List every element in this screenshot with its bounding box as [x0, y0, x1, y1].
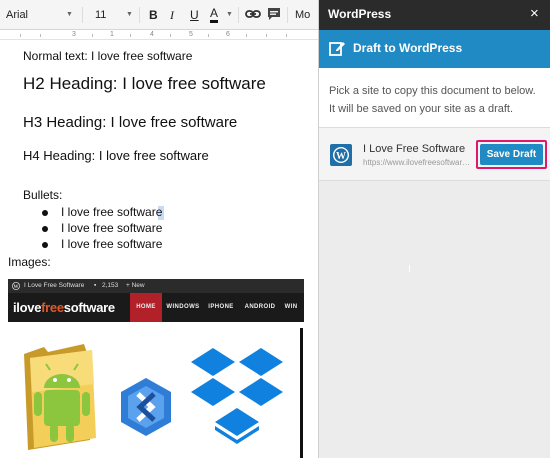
save-draft-button[interactable]: Save Draft	[480, 144, 543, 165]
site-logo: ilovefreesoftware	[13, 300, 115, 315]
toolbar-divider	[287, 7, 288, 23]
wordpress-icon: W	[330, 144, 352, 166]
toolbar-divider	[82, 7, 83, 23]
hexagon-app-icon	[121, 378, 171, 436]
android-folder-icon	[24, 344, 96, 450]
more-button[interactable]: Mo	[295, 6, 310, 24]
h2-heading: H2 Heading: I love free software	[23, 74, 266, 93]
ruler: 3 1 4 5 6	[0, 30, 318, 40]
ruler-tick	[286, 34, 287, 37]
bullet-item: I love free software	[61, 237, 163, 251]
text-color-dropdown-icon[interactable]: ▼	[226, 6, 233, 24]
sidebar-title: WordPress	[328, 7, 392, 21]
underline-button[interactable]: U	[190, 6, 199, 24]
ruler-tick	[246, 34, 247, 37]
italic-button[interactable]: I	[170, 6, 174, 24]
bold-button[interactable]: B	[149, 6, 158, 24]
font-family-select[interactable]: Arial	[6, 6, 28, 24]
ruler-mark: 5	[189, 31, 193, 38]
site-nav-windows: WINDOWS	[166, 304, 200, 310]
font-size-select[interactable]: 11	[95, 6, 106, 24]
svg-text:W: W	[336, 151, 346, 162]
font-size-dropdown-icon[interactable]: ▼	[126, 6, 133, 24]
ruler-tick	[266, 34, 267, 37]
sidebar-header-title: Draft to WordPress	[353, 41, 463, 55]
bullet-item: I love free software	[61, 205, 163, 219]
link-icon[interactable]	[245, 7, 261, 25]
svg-text:W: W	[13, 284, 19, 290]
h3-heading: H3 Heading: I love free software	[23, 114, 238, 131]
admin-bar-new: + New	[126, 282, 145, 289]
site-nav-home: HOME	[130, 293, 162, 322]
text-color-button[interactable]: A	[210, 6, 219, 23]
ruler-tick	[20, 34, 21, 37]
font-family-dropdown-icon[interactable]: ▼	[66, 6, 73, 24]
ruler-tick	[208, 34, 209, 37]
site-nav-more: WIN	[284, 304, 298, 310]
wordpress-sidebar: WordPress × Draft to WordPress Pick a si…	[318, 0, 550, 458]
site-url: https://www.ilovefreesoftware.com	[363, 158, 471, 167]
bullet-item: I love free software	[61, 221, 163, 235]
ruler-mark: 4	[150, 31, 154, 38]
site-name: I Love Free Software	[363, 143, 466, 155]
sidebar-divider-mark	[409, 265, 410, 272]
document-area[interactable]: Arial ▼ 11 ▼ B I U A ▼ Mo 3 1 4 5 6 Norm…	[0, 0, 318, 458]
instructions-text: Pick a site to copy this document to bel…	[329, 85, 536, 115]
ruler-tick	[92, 34, 93, 37]
sidebar-header: Draft to WordPress	[319, 30, 550, 68]
website-header: ilovefreesoftware HOME WINDOWS IPHONE AN…	[8, 293, 304, 322]
edit-icon	[329, 42, 345, 56]
bullet-dot	[42, 242, 48, 248]
ruler-tick	[40, 34, 41, 37]
website-admin-bar: W I Love Free Software ▪ 2,153 + New	[8, 279, 304, 293]
site-nav-iphone: IPHONE	[208, 304, 234, 310]
formatting-toolbar: Arial ▼ 11 ▼ B I U A ▼ Mo	[0, 0, 318, 30]
comment-icon[interactable]	[267, 7, 281, 25]
bullet-dot	[42, 226, 48, 232]
admin-bar-site: I Love Free Software	[24, 282, 85, 289]
sidebar-titlebar: WordPress ×	[319, 0, 550, 30]
normal-text-line: Normal text: I love free software	[23, 49, 193, 63]
ruler-tick	[170, 34, 171, 37]
ruler-mark: 3	[72, 31, 76, 38]
toolbar-divider	[238, 7, 239, 23]
h4-heading: H4 Heading: I love free software	[23, 148, 209, 163]
sidebar-instructions: Pick a site to copy this document to bel…	[319, 68, 550, 128]
ruler-mark: 6	[226, 31, 230, 38]
images-label: Images:	[8, 255, 51, 269]
admin-bar-comments: 2,153	[102, 282, 119, 289]
ruler-tick	[130, 34, 131, 37]
image-border	[300, 328, 303, 458]
bullets-label: Bullets:	[23, 188, 63, 202]
comment-icon: ▪	[94, 282, 97, 289]
bullet-dot	[42, 210, 48, 216]
dropbox-icon	[191, 348, 283, 444]
close-icon[interactable]: ×	[530, 5, 539, 23]
ruler-mark: 1	[110, 31, 114, 38]
toolbar-divider	[139, 7, 140, 23]
site-nav-android: ANDROID	[244, 304, 276, 310]
